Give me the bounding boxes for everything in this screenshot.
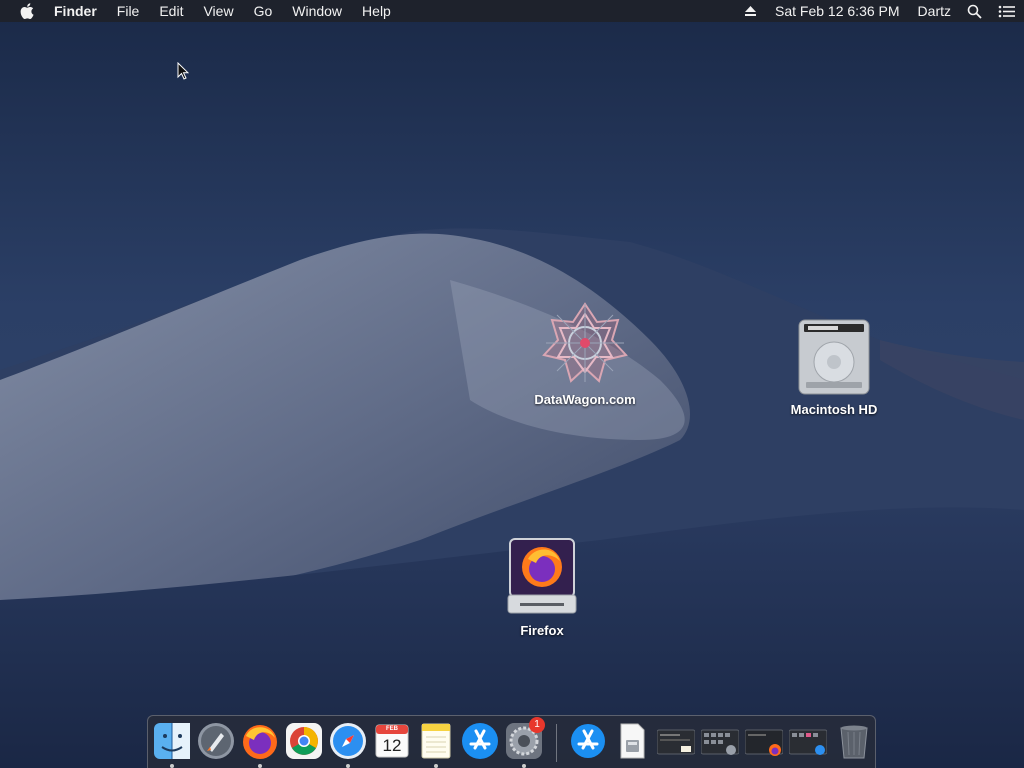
running-indicator (258, 764, 262, 768)
finder-icon (154, 723, 190, 759)
eject-icon[interactable] (736, 5, 765, 17)
calendar-day: 12 (382, 736, 402, 755)
launchpad-icon (198, 723, 234, 759)
menu-file[interactable]: File (107, 0, 150, 22)
apple-logo-icon (20, 3, 34, 19)
menu-clock[interactable]: Sat Feb 12 6:36 PM (765, 3, 910, 19)
safari-icon (330, 723, 366, 759)
app-store-folder-icon (571, 724, 605, 758)
dock-minimized-window-4[interactable] (788, 722, 828, 762)
running-indicator (434, 764, 438, 768)
notes-icon (421, 723, 451, 759)
notification-badge: 1 (529, 717, 545, 733)
desktop-icon-label: Firefox (520, 623, 564, 638)
dock-minimized-window-2[interactable] (700, 722, 740, 762)
dock-app-store[interactable] (461, 722, 499, 762)
desktop-icon-label: DataWagon.com (534, 392, 636, 407)
app-store-icon (462, 723, 498, 759)
running-indicator (346, 764, 350, 768)
menu-window[interactable]: Window (282, 0, 352, 22)
dock-minimized-window-1[interactable] (656, 722, 696, 762)
minimized-window-icon (656, 729, 696, 755)
desktop-icon-label: Macintosh HD (790, 402, 878, 417)
mouse-cursor-icon (177, 62, 189, 80)
menu-user[interactable]: Dartz (910, 3, 959, 19)
trash-icon (840, 725, 868, 759)
calendar-month: FEB (386, 726, 398, 732)
desktop-icon-firefox-dmg[interactable]: Firefox (492, 537, 592, 638)
dock-document[interactable] (613, 722, 651, 762)
hard-drive-icon (798, 319, 870, 395)
minimized-window-icon (700, 729, 740, 755)
menu-app-finder[interactable]: Finder (54, 0, 107, 22)
dock-firefox[interactable] (241, 722, 279, 768)
desktop-icon-datawagon[interactable]: DataWagon.com (525, 300, 645, 407)
minimized-window-icon (744, 729, 784, 756)
dock-finder[interactable] (153, 722, 191, 768)
menu-help[interactable]: Help (352, 0, 401, 22)
datawagon-volume-icon (542, 302, 628, 383)
menu-go[interactable]: Go (244, 0, 283, 22)
menu-bar: Finder File Edit View Go Window Help Sat… (0, 0, 1024, 22)
notification-center-icon[interactable] (990, 5, 1024, 18)
chrome-icon (286, 723, 322, 759)
dock-trash[interactable] (835, 722, 873, 762)
document-icon (620, 723, 645, 759)
minimized-window-icon (788, 729, 828, 755)
desktop-icon-macintosh-hd[interactable]: Macintosh HD (778, 318, 890, 417)
firefox-disk-image-icon (507, 538, 577, 614)
menu-edit[interactable]: Edit (149, 0, 193, 22)
dock-app-store-folder[interactable] (569, 722, 607, 762)
dock: FEB 12 1 (147, 715, 876, 768)
dock-notes[interactable] (417, 722, 455, 768)
dock-launchpad[interactable] (197, 722, 235, 762)
dock-minimized-window-3[interactable] (744, 722, 784, 762)
spotlight-search-icon[interactable] (959, 4, 990, 19)
running-indicator (522, 764, 526, 768)
dock-safari[interactable] (329, 722, 367, 768)
dock-chrome[interactable] (285, 722, 323, 762)
apple-menu[interactable] (0, 3, 54, 19)
dock-calendar[interactable]: FEB 12 (373, 722, 411, 762)
running-indicator (170, 764, 174, 768)
dock-system-preferences[interactable]: 1 (505, 717, 545, 768)
menu-view[interactable]: View (193, 0, 243, 22)
dock-separator (556, 724, 557, 762)
firefox-icon (243, 725, 277, 759)
